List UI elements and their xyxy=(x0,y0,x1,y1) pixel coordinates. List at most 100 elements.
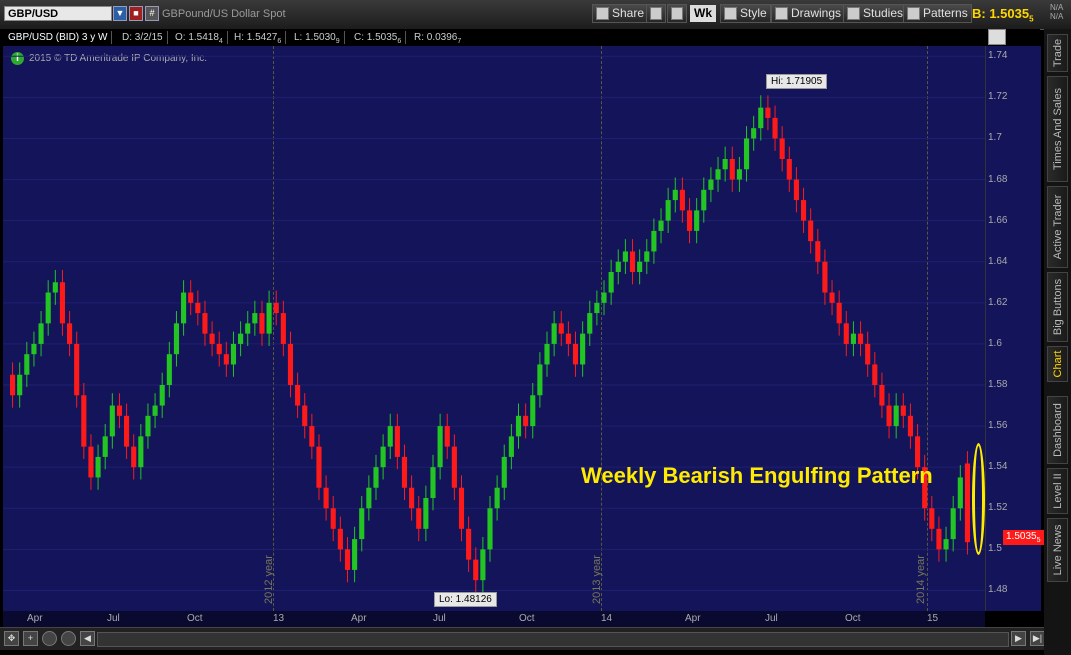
candle-body-45 xyxy=(330,508,336,529)
candlestick-series xyxy=(3,55,985,593)
tab-chart[interactable]: Chart xyxy=(1047,346,1068,382)
pan-icon[interactable]: ✥ xyxy=(4,631,19,646)
y-tick-label-9: 1.56 xyxy=(988,420,1008,432)
candle-body-90 xyxy=(651,230,657,252)
scroll-track[interactable] xyxy=(97,632,1009,647)
candle-body-26 xyxy=(195,302,201,314)
price-axis[interactable]: 1.74 1.72 1.7 1.68 1.66 1.64 1.62 1.6 1.58 1.56 1.… xyxy=(985,46,1041,611)
drawings-icon xyxy=(775,7,788,20)
candle-body-68 xyxy=(494,487,500,509)
bid-price-main: B: 1.5035 xyxy=(972,6,1030,21)
candle-body-30 xyxy=(223,354,229,365)
candle-body-84 xyxy=(608,272,614,293)
studies-button[interactable]: Studies xyxy=(843,4,908,23)
price-chart[interactable]: i 2015 © TD Ameritrade IP Company, Inc. … xyxy=(3,46,985,611)
reset-zoom-icon[interactable] xyxy=(61,631,76,646)
tab-dashboard-label: Dashboard xyxy=(1051,403,1064,457)
candle-body-18 xyxy=(138,436,144,468)
candle-body-7 xyxy=(59,282,66,324)
candle-body-61 xyxy=(444,426,450,447)
candle-body-112 xyxy=(808,220,814,242)
symbol-input[interactable]: GBP/USD xyxy=(4,6,112,21)
tab-times-and-sales[interactable]: Times And Sales xyxy=(1047,76,1068,182)
tab-dashboard[interactable]: Dashboard xyxy=(1047,396,1068,464)
candle-body-64 xyxy=(466,528,472,560)
candle-body-92 xyxy=(665,200,671,221)
candle-body-93 xyxy=(672,189,678,201)
candle-body-21 xyxy=(159,385,165,406)
candle-body-3 xyxy=(31,343,37,355)
x-tick-label-4: Apr xyxy=(351,613,367,624)
candle-body-66 xyxy=(480,549,486,581)
tab-active-trader-label: Active Trader xyxy=(1051,194,1064,260)
candle-body-95 xyxy=(686,210,693,231)
candle-body-47 xyxy=(344,549,351,570)
candle-body-106 xyxy=(765,107,771,118)
candle-body-133 xyxy=(957,477,963,509)
candle-body-115 xyxy=(829,292,835,303)
candle-body-110 xyxy=(793,179,799,201)
scroll-end-button[interactable]: ▶| xyxy=(1030,631,1045,646)
candle-body-14 xyxy=(109,405,115,437)
range-main: R: 0.0396 xyxy=(414,32,458,43)
high-main: H: 1.5427 xyxy=(234,32,278,43)
top-toolbar: GBP/USD ▼ ■ # GBPound/US Dollar Spot Sha… xyxy=(0,0,1071,30)
tab-big-buttons[interactable]: Big Buttons xyxy=(1047,272,1068,342)
candle-body-33 xyxy=(245,323,251,334)
candle-body-29 xyxy=(216,343,222,355)
wrench-tool-button[interactable] xyxy=(667,4,687,23)
hash-icon[interactable]: # xyxy=(145,6,159,21)
candle-body-51 xyxy=(373,467,379,488)
candle-body-52 xyxy=(380,446,386,468)
style-icon xyxy=(724,7,737,20)
tab-active-trader[interactable]: Active Trader xyxy=(1047,186,1068,268)
timeframe-button[interactable]: Wk xyxy=(690,5,716,22)
candle-body-72 xyxy=(523,415,529,427)
time-axis[interactable]: Apr Jul Oct 13 Apr Jul Oct 14 Apr Jul Oct 15 xyxy=(3,611,985,627)
candle-body-130 xyxy=(936,528,942,550)
candle-body-107 xyxy=(772,117,778,139)
chart-mode-icon[interactable] xyxy=(988,29,1006,45)
candle-body-77 xyxy=(558,323,564,334)
candle-body-101 xyxy=(729,159,735,180)
candle-body-91 xyxy=(658,220,664,231)
zoom-out-icon[interactable] xyxy=(42,631,57,646)
candle-body-9 xyxy=(74,343,80,396)
scroll-left-button[interactable]: ◀ xyxy=(80,631,95,646)
candle-body-0 xyxy=(10,374,16,396)
candle-body-94 xyxy=(679,189,685,211)
candle-body-38 xyxy=(280,313,286,344)
candle-body-4 xyxy=(38,323,44,344)
candle-body-58 xyxy=(423,498,429,529)
style-label: Style xyxy=(740,6,767,20)
share-button[interactable]: Share xyxy=(592,4,649,23)
scroll-right-button[interactable]: ▶ xyxy=(1011,631,1026,646)
instrument-label: GBP/USD (BID) 3 y W xyxy=(4,31,113,44)
candle-body-6 xyxy=(52,282,58,293)
tab-trade[interactable]: Trade xyxy=(1047,34,1068,72)
candle-body-55 xyxy=(401,456,408,488)
candle-body-80 xyxy=(580,333,586,365)
candle-body-50 xyxy=(366,487,372,509)
open-main: O: 1.5418 xyxy=(175,32,219,43)
symbol-dropdown-icon[interactable]: ▼ xyxy=(113,6,127,21)
candle-body-69 xyxy=(501,456,507,488)
tab-live-news[interactable]: Live News xyxy=(1047,518,1068,582)
tab-level-ii-label: Level II xyxy=(1051,473,1064,509)
candle-body-71 xyxy=(515,415,522,437)
link-color-icon[interactable]: ■ xyxy=(129,6,143,21)
candle-body-40 xyxy=(295,385,301,406)
patterns-button[interactable]: Patterns xyxy=(903,4,972,23)
candle-body-65 xyxy=(473,559,479,581)
tab-chart-label: Chart xyxy=(1051,350,1064,378)
crosshair-tool-button[interactable] xyxy=(646,4,666,23)
zoom-in-icon[interactable]: + xyxy=(23,631,38,646)
studies-label: Studies xyxy=(863,6,904,20)
low-readout: L: 1.50309 xyxy=(290,31,345,45)
candle-body-49 xyxy=(359,508,365,540)
candle-body-34 xyxy=(252,313,258,324)
tab-level-ii[interactable]: Level II xyxy=(1047,468,1068,514)
drawings-button[interactable]: Drawings xyxy=(771,4,846,23)
date-readout: D: 3/2/15 xyxy=(118,31,168,44)
style-button[interactable]: Style xyxy=(720,4,771,23)
